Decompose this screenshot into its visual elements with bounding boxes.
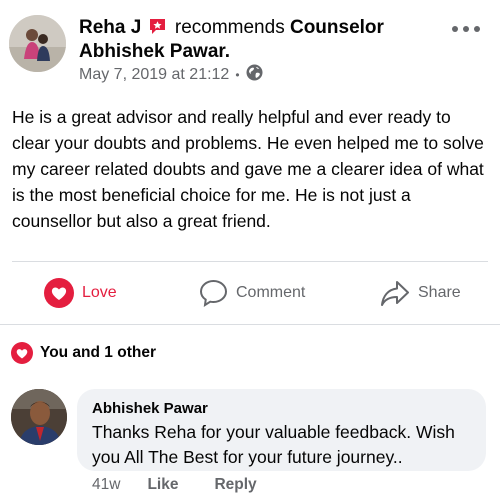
comment-bubble: Abhishek Pawar Thanks Reha for your valu… xyxy=(77,389,486,471)
recommendation-badge-icon xyxy=(149,18,166,35)
share-icon xyxy=(381,281,409,306)
comment-text: Thanks Reha for your valuable feedback. … xyxy=(92,422,455,467)
share-label: Share xyxy=(418,284,461,301)
comment-button[interactable]: Comment xyxy=(199,262,305,324)
love-reaction-icon xyxy=(11,342,33,364)
reactions-summary-text: You and 1 other xyxy=(40,344,156,361)
comment-time[interactable]: 41w xyxy=(92,476,120,494)
comment-author[interactable]: Abhishek Pawar xyxy=(92,399,472,418)
author-avatar[interactable] xyxy=(9,15,66,72)
love-label: Love xyxy=(82,284,117,301)
comment-label: Comment xyxy=(236,284,306,301)
comment-icon xyxy=(199,279,228,307)
comment-reply-button[interactable]: Reply xyxy=(214,476,256,494)
author-name[interactable]: Reha J xyxy=(79,17,141,38)
reactions-divider xyxy=(0,324,500,325)
comment-meta: 41w Like Reply xyxy=(92,476,257,494)
comment-like-button[interactable]: Like xyxy=(147,476,178,494)
meta-separator: • xyxy=(235,68,240,82)
action-text: recommends xyxy=(174,17,285,38)
post-body: He is a great advisor and really helpful… xyxy=(12,107,484,231)
post-header-text: Reha J recommends Counselor Abhishek Paw… xyxy=(79,16,439,64)
commenter-avatar[interactable] xyxy=(11,389,67,445)
share-button[interactable]: Share xyxy=(380,262,461,324)
post-header: Reha J recommends Counselor Abhishek Paw… xyxy=(0,0,500,95)
love-icon xyxy=(44,278,74,308)
more-options-icon[interactable] xyxy=(452,22,480,36)
post-timestamp[interactable]: May 7, 2019 at 21:12 xyxy=(79,66,229,84)
globe-icon[interactable] xyxy=(246,64,263,86)
love-button[interactable]: Love xyxy=(44,262,117,324)
reactions-summary[interactable]: You and 1 other xyxy=(11,342,156,364)
post-actions: Love Comment Share xyxy=(0,262,500,324)
post-meta: May 7, 2019 at 21:12 • xyxy=(79,64,263,86)
